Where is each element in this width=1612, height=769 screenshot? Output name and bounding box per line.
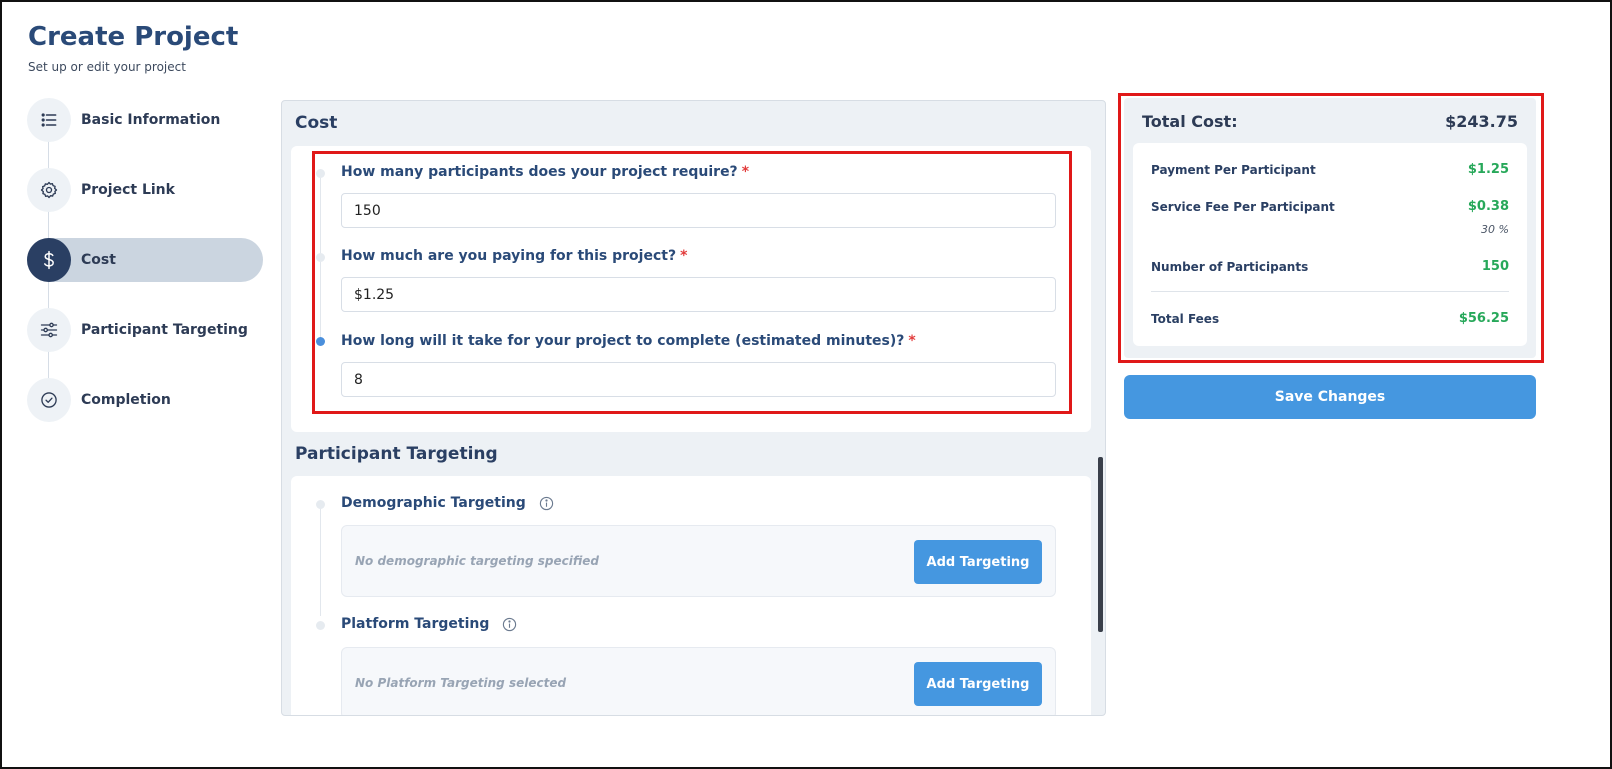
service-fee-value: $0.38: [1467, 199, 1509, 214]
page-title: Create Project: [28, 22, 239, 52]
step-label: Basic Information: [81, 112, 221, 128]
participants-input[interactable]: [341, 193, 1056, 228]
scrollbar-thumb[interactable]: [1098, 457, 1103, 632]
page-subtitle: Set up or edit your project: [28, 60, 186, 74]
step-basic-information[interactable]: Basic Information: [27, 98, 263, 142]
info-icon[interactable]: [502, 617, 517, 632]
targeting-dot: [316, 621, 325, 630]
demographic-targeting-box: No demographic targeting specified Add T…: [341, 525, 1056, 597]
payment-question-label: How much are you paying for this project…: [341, 248, 688, 264]
platform-targeting-box: No Platform Targeting selected Add Targe…: [341, 647, 1056, 715]
total-fees-value: $56.25: [1458, 311, 1509, 326]
total-fees-label: Total Fees: [1151, 312, 1220, 326]
question-dot: [316, 253, 325, 262]
step-cost[interactable]: Cost: [27, 238, 263, 282]
dollar-icon: [27, 238, 71, 282]
question-dot-active: [316, 337, 325, 346]
cost-card: How many participants does your project …: [291, 146, 1091, 432]
targeting-dot: [316, 500, 325, 509]
summary-total-value: $243.75: [1445, 112, 1518, 131]
summary-card: Payment Per Participant $1.25 Service Fe…: [1133, 143, 1527, 346]
summary-title: Total Cost:: [1142, 112, 1238, 131]
required-mark: *: [741, 164, 750, 180]
check-circle-icon: [27, 378, 71, 422]
step-participant-targeting[interactable]: Participant Targeting: [27, 308, 263, 352]
demographic-empty-text: No demographic targeting specified: [355, 554, 599, 568]
save-changes-button[interactable]: Save Changes: [1124, 375, 1536, 419]
payment-input[interactable]: [341, 277, 1056, 312]
step-label: Completion: [81, 392, 171, 408]
step-project-link[interactable]: Project Link: [27, 168, 263, 212]
cost-section-title: Cost: [295, 113, 338, 133]
add-platform-targeting-button[interactable]: Add Targeting: [914, 662, 1042, 706]
demographic-targeting-label: Demographic Targeting: [341, 495, 554, 511]
step-label: Cost: [81, 252, 116, 268]
service-fee-percent: 30 %: [1481, 223, 1509, 236]
gear-icon: [27, 168, 71, 212]
platform-empty-text: No Platform Targeting selected: [355, 676, 567, 690]
targeting-section-title: Participant Targeting: [295, 444, 498, 464]
step-label: Participant Targeting: [81, 322, 248, 338]
summary-divider: [1151, 291, 1509, 292]
payment-per-participant-label: Payment Per Participant: [1151, 163, 1316, 177]
duration-input[interactable]: [341, 362, 1056, 397]
payment-per-participant-value: $1.25: [1467, 162, 1509, 177]
add-demographic-targeting-button[interactable]: Add Targeting: [914, 540, 1042, 584]
info-icon[interactable]: [539, 496, 554, 511]
main-panel: Cost How many participants does your pro…: [281, 100, 1106, 716]
required-mark: *: [680, 248, 688, 264]
cost-summary-panel: Total Cost: $243.75 Payment Per Particip…: [1124, 98, 1536, 358]
required-mark: *: [908, 333, 916, 349]
targeting-card: Demographic Targeting No demographic tar…: [291, 476, 1091, 715]
participants-question-label: How many participants does your project …: [341, 164, 750, 180]
participants-count-label: Number of Participants: [1151, 260, 1309, 274]
step-completion[interactable]: Completion: [27, 378, 263, 422]
platform-targeting-label: Platform Targeting: [341, 616, 517, 632]
question-dot: [316, 169, 325, 178]
participants-count-value: 150: [1481, 259, 1509, 274]
step-label: Project Link: [81, 182, 175, 198]
targeting-timeline: [320, 506, 321, 616]
duration-question-label: How long will it take for your project t…: [341, 333, 916, 349]
service-fee-label: Service Fee Per Participant: [1151, 200, 1335, 214]
list-icon: [27, 98, 71, 142]
sliders-icon: [27, 308, 71, 352]
